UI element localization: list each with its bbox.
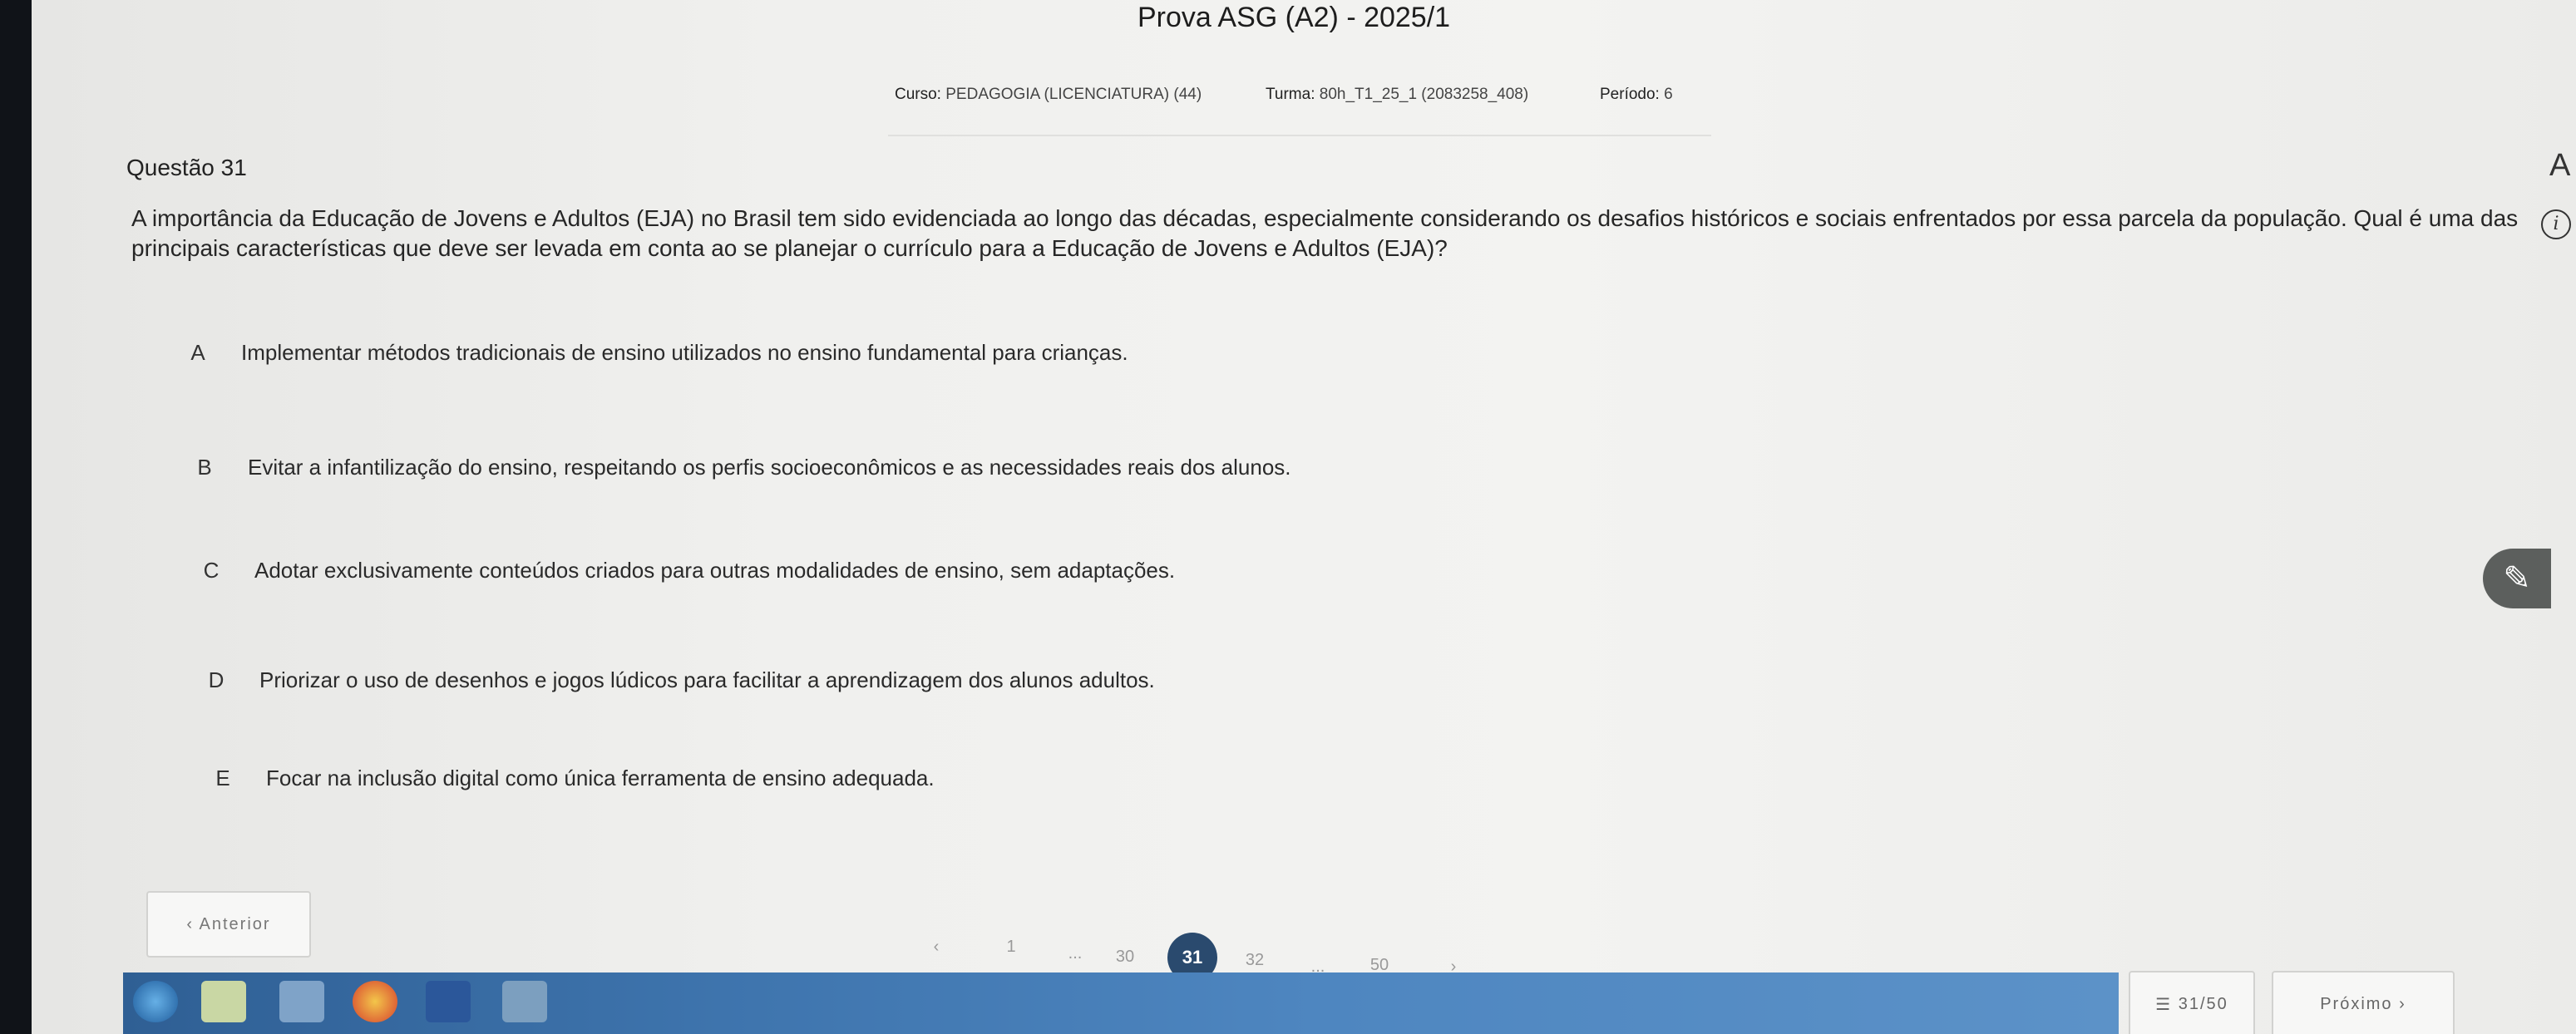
info-icon[interactable]: i — [2541, 209, 2571, 239]
period-info: Período: 6 — [1600, 86, 1673, 104]
chrome-icon[interactable] — [502, 981, 547, 1022]
option-text: Evitar a infantilização do ensino, respe… — [248, 454, 1291, 480]
pen-icon[interactable]: ✎ — [2483, 549, 2551, 608]
option-letter: B — [197, 454, 212, 480]
option-text: Implementar métodos tradicionais de ensi… — [241, 339, 1128, 365]
question-number: Questão 31 — [126, 155, 247, 180]
page-1[interactable]: 1 — [1003, 938, 1019, 957]
period-value: 6 — [1664, 86, 1673, 103]
page-32[interactable]: 32 — [1242, 951, 1267, 970]
pagination-ellipsis: ... — [1068, 944, 1083, 963]
question-counter: 31/50 — [2178, 994, 2228, 1013]
option-letter: D — [208, 667, 225, 692]
exam-title: Prova ASG (A2) - 2025/1 — [1137, 2, 1451, 33]
course-info: Curso: PEDAGOGIA (LICENCIATURA) (44) — [895, 86, 1202, 104]
option-text: Priorizar o uso de desenhos e jogos lúdi… — [259, 667, 1155, 692]
question-stem: A importância da Educação de Jovens e Ad… — [131, 205, 2519, 261]
class-value: 80h_T1_25_1 (2083258_408) — [1319, 86, 1529, 103]
option-letter: C — [203, 557, 220, 583]
page-30[interactable]: 30 — [1113, 948, 1137, 967]
header-divider — [888, 135, 1711, 136]
font-size-icon[interactable]: A — [2549, 148, 2570, 184]
option-e[interactable]: E Focar na inclusão digital como única f… — [190, 751, 935, 805]
option-text: Adotar exclusivamente conteúdos criados … — [254, 557, 1176, 583]
media-player-icon[interactable] — [279, 981, 324, 1022]
class-info: Turma: 80h_T1_25_1 (2083258_408) — [1266, 86, 1528, 104]
option-a[interactable]: A Implementar métodos tradicionais de en… — [165, 326, 1128, 379]
period-label: Período: — [1600, 86, 1660, 103]
option-b[interactable]: B Evitar a infantilização do ensino, res… — [171, 441, 1291, 494]
option-letter: E — [215, 765, 230, 790]
option-c[interactable]: C Adotar exclusivamente conteúdos criado… — [178, 544, 1176, 597]
exam-screen: Prova ASG (A2) - 2025/1 Curso: PEDAGOGIA… — [32, 0, 2576, 1034]
option-letter: A — [190, 339, 205, 365]
pagination-prev[interactable]: ‹ — [928, 938, 945, 957]
option-d[interactable]: D Priorizar o uso de desenhos e jogos lú… — [183, 653, 1155, 707]
next-button[interactable]: Próximo › — [2272, 971, 2455, 1034]
start-icon[interactable] — [133, 981, 178, 1022]
taskbar — [123, 972, 2119, 1034]
class-label: Turma: — [1266, 86, 1315, 103]
list-icon: ☰ — [2155, 995, 2173, 1014]
browser-icon[interactable] — [353, 981, 397, 1022]
file-explorer-icon[interactable] — [201, 981, 246, 1022]
course-value: PEDAGOGIA (LICENCIATURA) (44) — [945, 86, 1202, 103]
question-counter-button[interactable]: ☰ 31/50 — [2129, 971, 2255, 1034]
option-text: Focar na inclusão digital como única fer… — [266, 765, 935, 790]
word-icon[interactable] — [426, 981, 471, 1022]
previous-button[interactable]: ‹ Anterior — [146, 891, 311, 958]
course-label: Curso: — [895, 86, 941, 103]
